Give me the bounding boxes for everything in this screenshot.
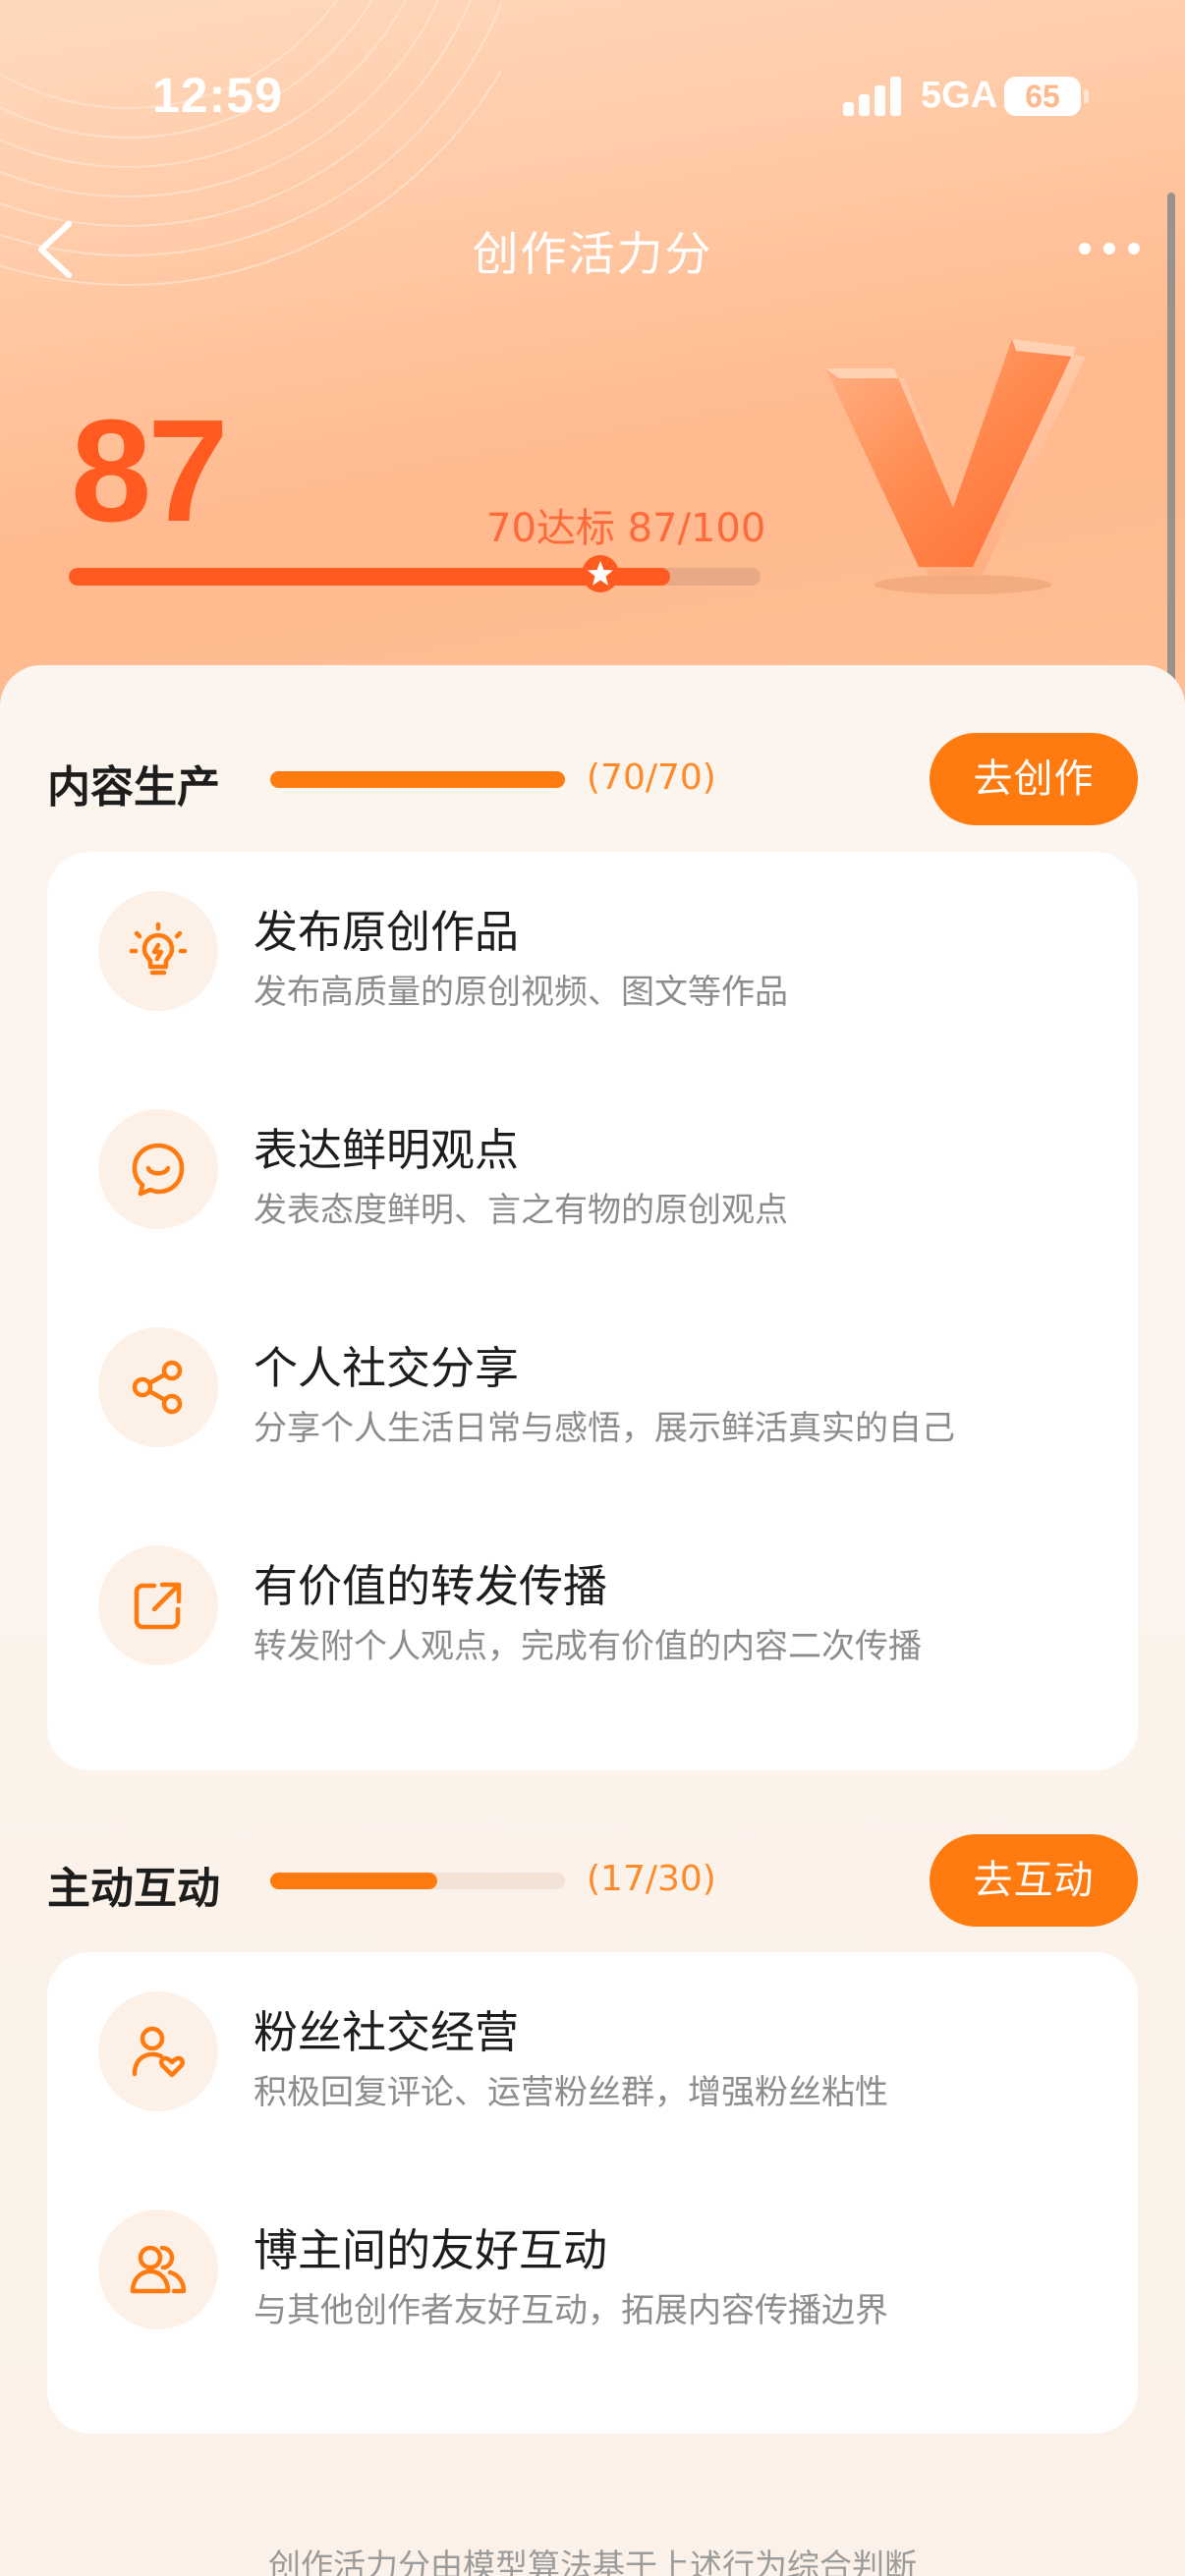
status-time: 12:59	[152, 68, 283, 123]
active-interaction-card: 粉丝社交经营 积极回复评论、运营粉丝群，增强粉丝粘性 博主间的友好互动 与其他创…	[47, 1952, 1138, 2434]
section-count: (70/70)	[587, 757, 716, 798]
section-title: 内容生产	[47, 762, 220, 812]
section-title: 主动互动	[47, 1864, 220, 1914]
chat-smile-icon	[98, 1109, 218, 1229]
item-description: 积极回复评论、运营粉丝群，增强粉丝粘性	[254, 2073, 888, 2112]
page-title: 创作活力分	[472, 228, 713, 282]
more-options-button[interactable]	[1077, 234, 1142, 263]
status-bar: 12:59 5GA 65	[0, 0, 1185, 196]
battery-tip	[1084, 89, 1089, 103]
section-header-content-production: 内容生产 (70/70) 去创作	[0, 728, 1185, 826]
item-title: 表达鲜明观点	[254, 1124, 520, 1176]
list-item[interactable]: 发布原创作品 发布高质量的原创视频、图文等作品	[47, 852, 1138, 1012]
item-title: 有价值的转发传播	[254, 1560, 608, 1612]
item-description: 与其他创作者友好互动，拓展内容传播边界	[254, 2291, 888, 2330]
go-create-button[interactable]: 去创作	[930, 733, 1138, 825]
item-description: 发布高质量的原创视频、图文等作品	[254, 973, 788, 1012]
item-description: 发表态度鲜明、言之有物的原创观点	[254, 1191, 788, 1230]
section-progress-fill	[270, 1873, 438, 1889]
share-icon	[98, 1327, 218, 1447]
section-header-active-interaction: 主动互动 (17/30) 去互动	[0, 1829, 1185, 1928]
forward-icon	[98, 1545, 218, 1665]
section-progress-track	[270, 1873, 565, 1889]
list-item[interactable]: 粉丝社交经营 积极回复评论、运营粉丝群，增强粉丝粘性	[47, 1952, 1138, 2112]
network-type: 5GA	[921, 75, 998, 116]
content-production-card: 发布原创作品 发布高质量的原创视频、图文等作品 表达鲜明观点 发表态度鲜明、言之…	[47, 852, 1138, 1770]
section-progress-fill	[270, 771, 565, 788]
section-progress-track	[270, 771, 565, 788]
list-item[interactable]: 博主间的友好互动 与其他创作者友好互动，拓展内容传播边界	[47, 2170, 1138, 2330]
item-title: 博主间的友好互动	[254, 2224, 608, 2276]
battery-icon: 65	[1004, 77, 1081, 116]
users-icon	[98, 2210, 218, 2329]
footer-note: 创作活力分由模型算法基于上述行为综合判断	[268, 2547, 917, 2576]
item-description: 转发附个人观点，完成有价值的内容二次传播	[254, 1627, 922, 1666]
v-badge-icon	[825, 339, 1086, 594]
user-heart-icon	[98, 1991, 218, 2111]
item-title: 发布原创作品	[254, 906, 520, 958]
score-target-label: 70达标 87/100	[486, 506, 766, 551]
section-count: (17/30)	[587, 1859, 716, 1899]
item-description: 分享个人生活日常与感悟，展示鲜活真实的自己	[254, 1409, 955, 1448]
list-item[interactable]: 个人社交分享 分享个人生活日常与感悟，展示鲜活真实的自己	[47, 1288, 1138, 1448]
list-item[interactable]: 表达鲜明观点 发表态度鲜明、言之有物的原创观点	[47, 1070, 1138, 1230]
item-title: 个人社交分享	[254, 1342, 520, 1394]
score-value: 87	[71, 390, 229, 552]
signal-icon	[843, 77, 901, 116]
target-star-icon	[581, 555, 619, 592]
go-interact-button[interactable]: 去互动	[930, 1834, 1138, 1927]
list-item[interactable]: 有价值的转发传播 转发附个人观点，完成有价值的内容二次传播	[47, 1506, 1138, 1666]
item-title: 粉丝社交经营	[254, 2006, 520, 2058]
lightbulb-icon	[98, 891, 218, 1011]
